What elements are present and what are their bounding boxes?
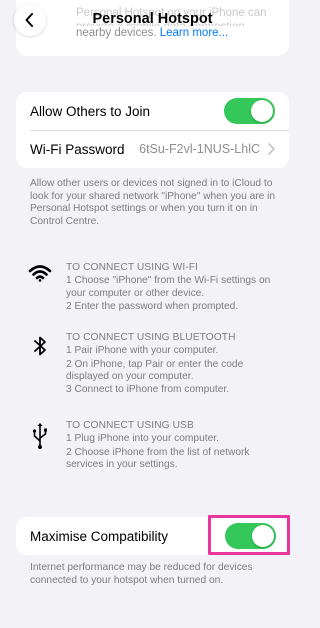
page-title: Personal Hotspot [92,11,213,27]
bluetooth-heading: TO CONNECT USING BLUETOOTH [66,332,236,343]
allow-others-footnote: Allow other users or devices not signed … [30,178,276,227]
allow-others-row: Allow Others to Join [16,92,289,130]
wifi-icon [28,262,66,313]
chevron-right-icon [268,143,275,155]
bluetooth-instructions: TO CONNECT USING BLUETOOTH 1 Pair iPhone… [28,332,283,396]
bluetooth-step-2: 2 On iPhone, tap Pair or enter the code … [66,358,244,382]
hotspot-description-card: Personal Hotspot on your iPhone can prov… [16,0,289,56]
bluetooth-step-3: 3 Connect to iPhone from computer. [66,384,230,396]
maximise-compatibility-footnote: Internet performance may be reduced for … [30,562,253,586]
allow-others-toggle[interactable] [224,98,275,124]
wifi-step-1: 1 Choose "iPhone" from the Wi-Fi setting… [66,275,271,299]
usb-instructions: TO CONNECT USING USB 1 Plug iPhone into … [28,420,283,471]
hotspot-description-text: nearby devices. [76,27,157,39]
allow-others-label: Allow Others to Join [30,103,151,119]
learn-more-link[interactable]: Learn more... [160,27,228,39]
usb-step-1: 1 Plug iPhone into your computer. [66,433,219,445]
wifi-password-row[interactable]: Wi-Fi Password 6tSu-F2vl-1NUS-LhlC [16,130,289,168]
usb-heading: TO CONNECT USING USB [66,420,194,431]
usb-step-2: 2 Choose iPhone from the list of network… [66,446,250,470]
hotspot-settings-group: Allow Others to Join Wi-Fi Password 6tSu… [16,92,289,168]
highlight-box [208,515,290,555]
wifi-password-label: Wi-Fi Password [30,141,125,157]
wifi-step-2: 2 Enter the password when prompted. [66,300,239,312]
maximise-compatibility-label: Maximise Compatibility [30,528,169,544]
wifi-heading: TO CONNECT USING WI-FI [66,262,198,273]
bluetooth-icon [28,332,66,396]
usb-icon [28,420,66,471]
bluetooth-step-1: 1 Pair iPhone with your computer. [66,345,219,357]
wifi-password-value: 6tSu-F2vl-1NUS-LhlC [139,142,260,156]
wifi-instructions: TO CONNECT USING WI-FI 1 Choose "iPhone"… [28,262,283,313]
toggle-knob [251,100,273,122]
